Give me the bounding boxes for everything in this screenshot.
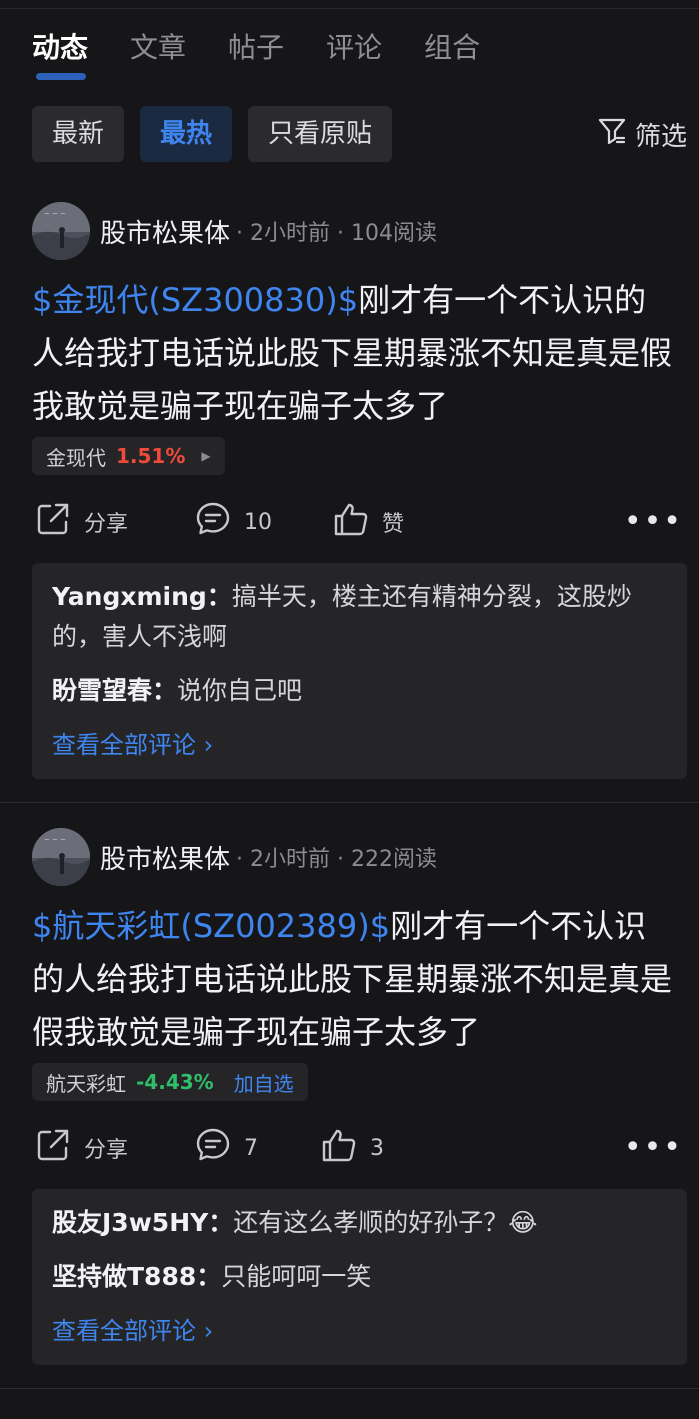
comment-icon [194,1126,232,1170]
more-options-icon[interactable]: ••• [624,507,683,537]
comment-button[interactable]: 7 [194,1126,320,1170]
comment-count: 10 [244,509,272,535]
avatar[interactable]: ~ ~ ~ [32,202,90,260]
comment-item[interactable]: 盼雪望春：说你自己吧 [52,671,667,711]
play-arrow-icon: ▶ [201,449,211,463]
tab-bar: 动态 文章 帖子 评论 组合 [32,26,480,80]
filter-label: 筛选 [634,121,687,152]
stock-tag-name: 航天彩虹 [46,1071,126,1096]
comment-icon [194,500,232,544]
stock-tag-name: 金现代 [46,445,106,470]
post-reads: 104阅读 [351,221,437,246]
comment-preview: 股友J3w5HY：还有这么孝顺的好孙子？😂 坚持做T888：只能呵呵一笑 查看全… [32,1189,687,1365]
filter-icon [597,116,627,153]
post-content[interactable]: $金现代(SZ300830)$刚才有一个不认识的人给我打电话说此股下星期暴涨不知… [32,274,675,433]
comment-user[interactable]: Yangxming： [52,582,232,611]
share-icon [34,500,72,544]
post-time: 2小时前 [250,847,331,872]
chip-hottest[interactable]: 最热 [140,106,233,162]
add-watchlist-button[interactable]: 加自选 [234,1068,294,1097]
comment-user[interactable]: 股友J3w5HY： [52,1208,233,1237]
share-icon [34,1126,72,1170]
comment-text: 说你自己吧 [177,676,303,705]
avatar[interactable]: ~ ~ ~ [32,828,90,886]
stock-link[interactable]: $金现代(SZ300830)$ [32,281,358,319]
view-all-comments-link[interactable]: 查看全部评论 › [52,725,667,765]
tab-comments[interactable]: 评论 [326,26,382,76]
post-actions: 分享 10 赞 ••• [34,500,683,544]
chip-latest[interactable]: 最新 [32,106,125,162]
comment-button[interactable]: 10 [194,500,332,544]
post-reads: 222阅读 [351,847,437,872]
filter-bar: 最新 最热 只看原贴 筛选 [32,106,687,162]
stock-tag[interactable]: 航天彩虹 -4.43% 加自选 [32,1063,308,1101]
like-button[interactable]: 3 [320,1126,384,1170]
post-header: ~ ~ ~ 股市松果体 · 2小时前 · 222阅读 [32,827,437,887]
post-divider [0,802,699,803]
stock-tag-change: 1.51% [116,444,186,468]
comment-user[interactable]: 盼雪望春： [52,676,177,705]
comment-text: 还有这么孝顺的好孙子？😂 [233,1208,538,1237]
filter-button[interactable]: 筛选 [597,116,687,153]
tab-dynamics[interactable]: 动态 [32,26,88,80]
stock-tag-change: -4.43% [136,1070,214,1094]
share-button[interactable]: 分享 [34,500,194,544]
top-divider [0,8,699,9]
share-button[interactable]: 分享 [34,1126,194,1170]
author-name[interactable]: 股市松果体 [100,213,230,250]
tab-articles[interactable]: 文章 [130,26,186,76]
svg-text:~ ~ ~: ~ ~ ~ [44,210,66,218]
svg-text:~ ~ ~: ~ ~ ~ [44,836,66,844]
comment-item[interactable]: Yangxming：搞半天，楼主还有精神分裂，这股炒的，害人不浅啊 [52,577,667,657]
more-options-icon[interactable]: ••• [624,1133,683,1163]
like-label: 赞 [382,512,405,537]
comment-user[interactable]: 坚持做T888： [52,1262,221,1291]
post-divider [0,1388,699,1389]
stock-tag[interactable]: 金现代 1.51% ▶ [32,437,225,475]
stock-link[interactable]: $航天彩虹(SZ002389)$ [32,907,390,945]
share-label: 分享 [84,1138,129,1163]
chip-original-only[interactable]: 只看原贴 [248,106,393,162]
post-content[interactable]: $航天彩虹(SZ002389)$刚才有一个不认识的人给我打电话说此股下星期暴涨不… [32,900,675,1059]
post-actions: 分享 7 3 ••• [34,1126,683,1170]
comment-preview: Yangxming：搞半天，楼主还有精神分裂，这股炒的，害人不浅啊 盼雪望春：说… [32,563,687,779]
post-time: 2小时前 [250,221,331,246]
comment-text: 只能呵呵一笑 [221,1262,372,1291]
tab-portfolios[interactable]: 组合 [424,26,480,76]
comment-item[interactable]: 股友J3w5HY：还有这么孝顺的好孙子？😂 [52,1203,667,1243]
post-meta: · 2小时前 · 222阅读 [236,847,437,872]
thumbs-up-icon [332,500,370,544]
like-count: 3 [370,1135,384,1161]
author-name[interactable]: 股市松果体 [100,839,230,876]
tab-posts[interactable]: 帖子 [228,26,284,76]
share-label: 分享 [84,512,129,537]
post-header: ~ ~ ~ 股市松果体 · 2小时前 · 104阅读 [32,201,437,261]
like-button[interactable]: 赞 [332,500,404,544]
thumbs-up-icon [320,1126,358,1170]
comment-count: 7 [244,1135,258,1161]
post-meta: · 2小时前 · 104阅读 [236,221,437,246]
view-all-comments-link[interactable]: 查看全部评论 › [52,1311,667,1351]
comment-item[interactable]: 坚持做T888：只能呵呵一笑 [52,1257,667,1297]
